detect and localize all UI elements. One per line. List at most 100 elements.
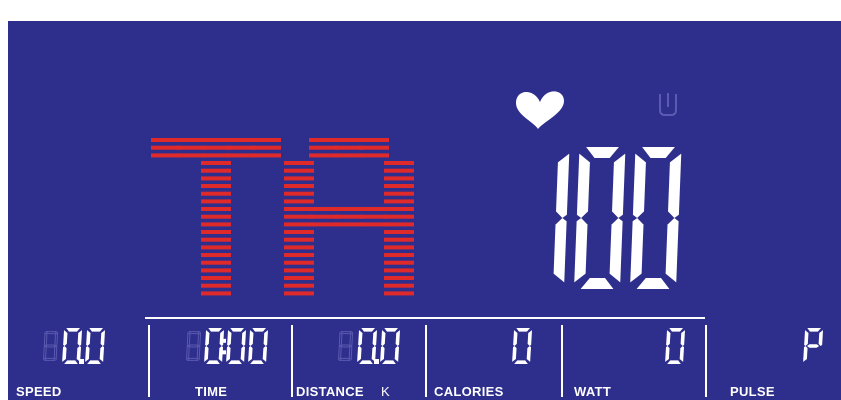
segment-b — [612, 153, 626, 218]
segment-d — [667, 360, 681, 364]
segment-f — [63, 330, 68, 346]
segment-a — [384, 328, 398, 332]
heart-icon — [516, 91, 564, 129]
console-display: SPEED TIME DISTANCE K CALORIES WATT PULS… — [8, 21, 841, 400]
segment-d — [64, 360, 78, 364]
matrix-dot — [201, 161, 231, 165]
segment-c — [665, 218, 679, 283]
decimal-point — [79, 359, 84, 364]
matrix-dot — [284, 291, 314, 296]
matrix-dot — [284, 276, 314, 280]
matrix-dot — [384, 291, 414, 296]
matrix-dot — [384, 191, 414, 196]
segment-b — [680, 330, 686, 346]
segment-d — [87, 360, 101, 364]
segment-d — [228, 360, 242, 364]
segment-b — [197, 331, 202, 347]
matrix-dot — [384, 260, 414, 265]
decimal-point — [374, 359, 379, 364]
segment-f — [358, 330, 363, 346]
matrix-dot — [384, 161, 414, 165]
matrix-dot — [384, 237, 414, 242]
matrix-dot — [359, 145, 389, 150]
segment-c — [240, 346, 246, 362]
segment-f — [227, 330, 232, 346]
segment-b — [818, 330, 824, 346]
segment-f — [43, 331, 48, 347]
segment-a — [361, 328, 375, 332]
segment-d — [250, 360, 264, 364]
segment-b — [241, 330, 247, 346]
segment-g — [188, 344, 200, 348]
segment-e — [665, 346, 670, 362]
segment-b — [219, 330, 225, 346]
segment-a — [66, 328, 80, 332]
segment-a — [45, 331, 58, 335]
segment-e — [630, 218, 644, 283]
matrix-dot — [201, 283, 231, 288]
separator — [561, 325, 563, 397]
matrix-dot — [384, 253, 414, 257]
matrix-dot — [284, 230, 314, 234]
matrix-dot — [201, 230, 231, 234]
main-display-value — [553, 147, 682, 289]
segment-c — [53, 345, 58, 361]
speed-label: SPEED — [16, 384, 62, 399]
segment-f — [576, 153, 590, 218]
segment-d — [186, 357, 199, 361]
segment-f — [186, 331, 191, 347]
segment-b — [527, 330, 533, 346]
segment-c — [553, 218, 567, 283]
pulse-label: PULSE — [730, 384, 775, 399]
matrix-dot — [201, 168, 231, 173]
segment-b — [668, 153, 682, 218]
segment-f — [381, 330, 386, 346]
segment-c — [394, 346, 400, 362]
segment-d — [636, 278, 670, 289]
segment-a — [340, 331, 353, 335]
calories-label: CALORIES — [434, 384, 504, 399]
matrix-dot — [201, 214, 231, 219]
segment-e — [574, 218, 588, 283]
segment-a — [208, 328, 222, 332]
segment-a — [188, 331, 201, 335]
matrix-dot — [384, 268, 414, 273]
matrix-dot — [284, 237, 314, 242]
segment-d — [206, 360, 220, 364]
segment-c — [348, 345, 353, 361]
matrix-dot — [384, 222, 414, 227]
segment-c — [526, 346, 532, 362]
ghost-digit — [186, 331, 202, 361]
matrix-display — [151, 138, 414, 296]
matrix-dot — [201, 245, 231, 250]
matrix-dot — [201, 268, 231, 273]
matrix-dot — [201, 253, 231, 257]
segment-d — [580, 278, 614, 289]
matrix-dot — [284, 260, 314, 265]
matrix-dot — [284, 283, 314, 288]
segment-e — [338, 345, 342, 361]
matrix-dot — [284, 199, 314, 204]
matrix-dot — [384, 245, 414, 250]
separator — [291, 325, 293, 397]
distance-value — [338, 328, 401, 364]
segment-b — [263, 330, 269, 346]
segment-c — [262, 346, 268, 362]
segment-e — [204, 346, 209, 362]
segment-b — [372, 330, 378, 346]
segment-f — [513, 330, 518, 346]
matrix-dot — [284, 253, 314, 257]
matrix-dot — [251, 138, 281, 142]
matrix-dot — [251, 153, 281, 158]
calories-value — [512, 328, 533, 364]
matrix-dot — [201, 191, 231, 196]
u-unit-icon — [659, 93, 677, 116]
segment-d — [338, 357, 351, 361]
segment-a — [230, 328, 244, 332]
watt-value — [665, 328, 686, 364]
segment-f — [804, 330, 809, 346]
segment-c — [609, 218, 623, 283]
matrix-dot — [384, 283, 414, 288]
separator — [148, 325, 150, 397]
segment-f — [632, 153, 646, 218]
